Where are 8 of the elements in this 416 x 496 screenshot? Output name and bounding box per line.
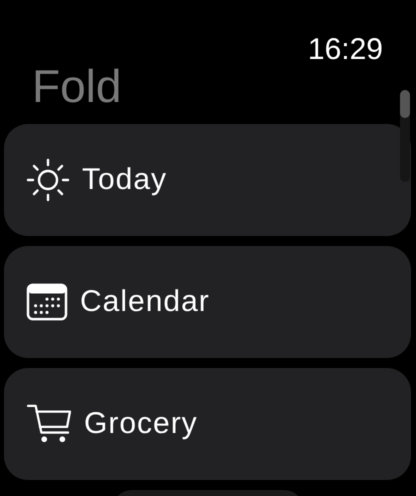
app-title: Fold (32, 61, 122, 111)
sun-icon (26, 158, 70, 202)
status-time: 16:29 (308, 33, 383, 67)
list-item[interactable]: Grocery (4, 368, 411, 480)
cart-icon (26, 404, 72, 444)
list-item[interactable]: Calendar (4, 246, 411, 358)
list-item[interactable]: Today (4, 124, 411, 236)
calendar-icon (26, 283, 68, 321)
